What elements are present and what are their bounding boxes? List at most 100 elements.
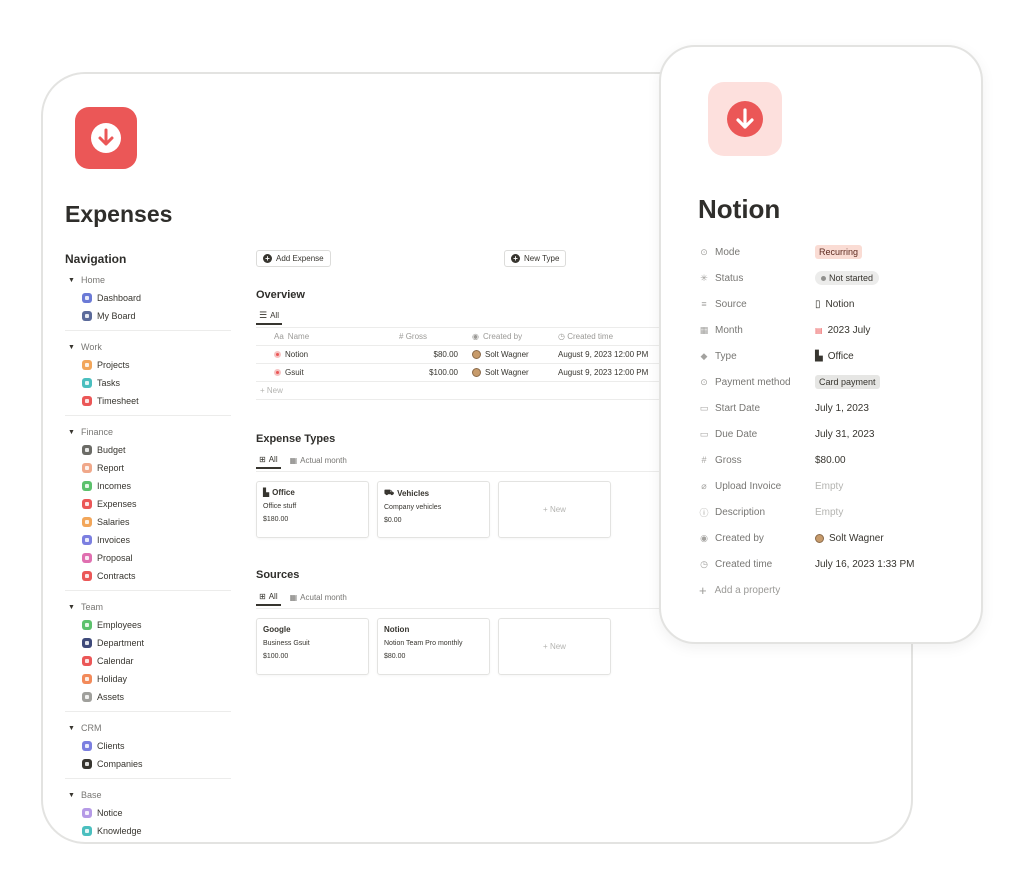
card-amount: $180.00 [263,516,289,523]
gallery-card[interactable]: ▙ Office Office stuff $180.00 [256,481,369,538]
sources-gallery: Google Business Gsuit $100.00 Notion Not… [256,618,611,675]
new-card-button[interactable]: + New [498,481,611,538]
column-gross[interactable]: # Gross [371,332,464,341]
type-link[interactable]: Office [828,351,854,362]
sidebar-item-report[interactable]: Report [65,459,231,477]
property-description[interactable]: ⓘ Description Empty [699,499,959,525]
mode-tag[interactable]: Recurring [815,245,863,259]
detail-page-icon[interactable] [708,82,782,156]
avatar [815,533,824,543]
sidebar-item-employees[interactable]: Employees [65,616,231,634]
sidebar-item-label: Employees [97,620,142,630]
calendar-icon: ▦ [289,455,298,465]
sidebar-item-clients[interactable]: Clients [65,737,231,755]
property-type[interactable]: ◆ Type ▙ Office [699,343,959,369]
sidebar-item-incomes[interactable]: Incomes [65,477,231,495]
due-date-value[interactable]: July 31, 2023 [815,429,875,440]
add-expense-button[interactable]: + Add Expense [256,250,331,267]
sidebar-item-proposal[interactable]: Proposal [65,549,231,567]
tasks-icon [82,378,92,388]
property-mode[interactable]: ⊙ Mode Recurring [699,239,959,265]
sidebar-item-notice[interactable]: Notice [65,804,231,822]
card-title: Office [272,488,295,497]
new-type-button[interactable]: + New Type [504,250,567,267]
triangle-down-icon: ▼ [68,791,75,799]
property-due-date[interactable]: ▭ Due Date July 31, 2023 [699,421,959,447]
property-start-date[interactable]: ▭ Start Date July 1, 2023 [699,395,959,421]
gross-value[interactable]: $80.00 [815,455,846,466]
source-link[interactable]: Notion [826,299,855,310]
sidebar-item-knowledge[interactable]: Knowledge [65,822,231,840]
sidebar-item-contracts[interactable]: Contracts [65,567,231,585]
row-name[interactable]: Notion [285,350,308,359]
contracts-icon [82,571,92,581]
card-amount: $100.00 [263,653,289,660]
upload-invoice-value[interactable]: Empty [815,481,843,492]
property-upload-invoice[interactable]: ⌀ Upload Invoice Empty [699,473,959,499]
property-payment-method[interactable]: ⊙ Payment method Card payment [699,369,959,395]
description-value[interactable]: Empty [815,507,843,518]
property-gross[interactable]: # Gross $80.00 [699,447,959,473]
sidebar-item-tasks[interactable]: Tasks [65,374,231,392]
timesheet-icon [82,396,92,406]
new-card-button[interactable]: + New [498,618,611,675]
gallery-card[interactable]: Notion Notion Team Pro monthly $80.00 [377,618,490,675]
sidebar-navigation: Navigation ▼ Home Dashboard My Board ▼ Work Pr… [65,252,231,842]
row-name[interactable]: Gsuit [285,368,304,377]
sidebar-item-settings[interactable]: Settings [65,840,231,842]
sidebar-item-expenses[interactable]: Expenses [65,495,231,513]
nav-group-toggle[interactable]: ▼ Finance [65,423,231,441]
tab-sources-actual-month[interactable]: ▦ Acutal month [287,588,350,606]
nav-group-toggle[interactable]: ▼ Home [65,271,231,289]
tab-label: All [268,454,278,464]
sidebar-item-my-board[interactable]: My Board [65,307,231,325]
sidebar-item-holiday[interactable]: Holiday [65,670,231,688]
document-icon: ▯ [815,298,821,310]
property-created-time[interactable]: ◷ Created time July 16, 2023 1:33 PM [699,551,959,577]
status-badge[interactable]: Not started [815,271,880,285]
card-subtitle: Business Gsuit [263,640,310,647]
sidebar-item-invoices[interactable]: Invoices [65,531,231,549]
sidebar-item-assets[interactable]: Assets [65,688,231,706]
tab-label: Actual month [300,455,347,465]
sidebar-item-budget[interactable]: Budget [65,441,231,459]
new-row-button[interactable]: + New [256,382,716,400]
property-month[interactable]: ▦ Month ▤ 2023 July [699,317,959,343]
sidebar-item-department[interactable]: Department [65,634,231,652]
column-name[interactable]: Aa Name [256,332,371,341]
property-label: Gross [715,454,742,466]
table-row[interactable]: Notion $80.00 Solt Wagner August 9, 2023… [256,346,716,364]
sidebar-item-companies[interactable]: Companies [65,755,231,773]
tab-label: All [270,310,279,320]
expense-types-gallery: ▙ Office Office stuff $180.00 ⛟ Vehicles C… [256,481,611,538]
sidebar-item-dashboard[interactable]: Dashboard [65,289,231,307]
sidebar-item-projects[interactable]: Projects [65,356,231,374]
property-created-by[interactable]: ◉ Created by Solt Wagner [699,525,959,551]
tab-sources-all[interactable]: ⊞ All [256,588,281,606]
nav-group-toggle[interactable]: ▼ CRM [65,719,231,737]
triangle-down-icon: ▼ [68,428,75,436]
projects-icon [82,360,92,370]
column-created-by[interactable]: ◉ Created by [464,332,554,341]
nav-group-toggle[interactable]: ▼ Base [65,786,231,804]
property-status[interactable]: ✳ Status Not started [699,265,959,291]
sidebar-item-timesheet[interactable]: Timesheet [65,392,231,410]
table-row[interactable]: Gsuit $100.00 Solt Wagner August 9, 2023… [256,364,716,382]
tab-expense-types-actual-month[interactable]: ▦ Actual month [287,451,350,469]
add-property-button[interactable]: + Add a property [699,577,959,603]
sidebar-item-salaries[interactable]: Salaries [65,513,231,531]
property-label: Status [715,272,744,284]
tab-expense-types-all[interactable]: ⊞ All [256,451,281,469]
tab-overview-all[interactable]: ☰ All [256,307,282,325]
page-icon[interactable] [75,107,137,169]
gallery-card[interactable]: ⛟ Vehicles Company vehicles $0.00 [377,481,490,538]
property-source[interactable]: ≡ Source ▯ Notion [699,291,959,317]
sidebar-item-calendar[interactable]: Calendar [65,652,231,670]
gallery-card[interactable]: Google Business Gsuit $100.00 [256,618,369,675]
start-date-value[interactable]: July 1, 2023 [815,403,869,414]
column-label: Gross [405,332,428,341]
payment-tag[interactable]: Card payment [815,375,880,389]
nav-group-toggle[interactable]: ▼ Team [65,598,231,616]
month-link[interactable]: 2023 July [828,325,871,336]
nav-group-toggle[interactable]: ▼ Work [65,338,231,356]
